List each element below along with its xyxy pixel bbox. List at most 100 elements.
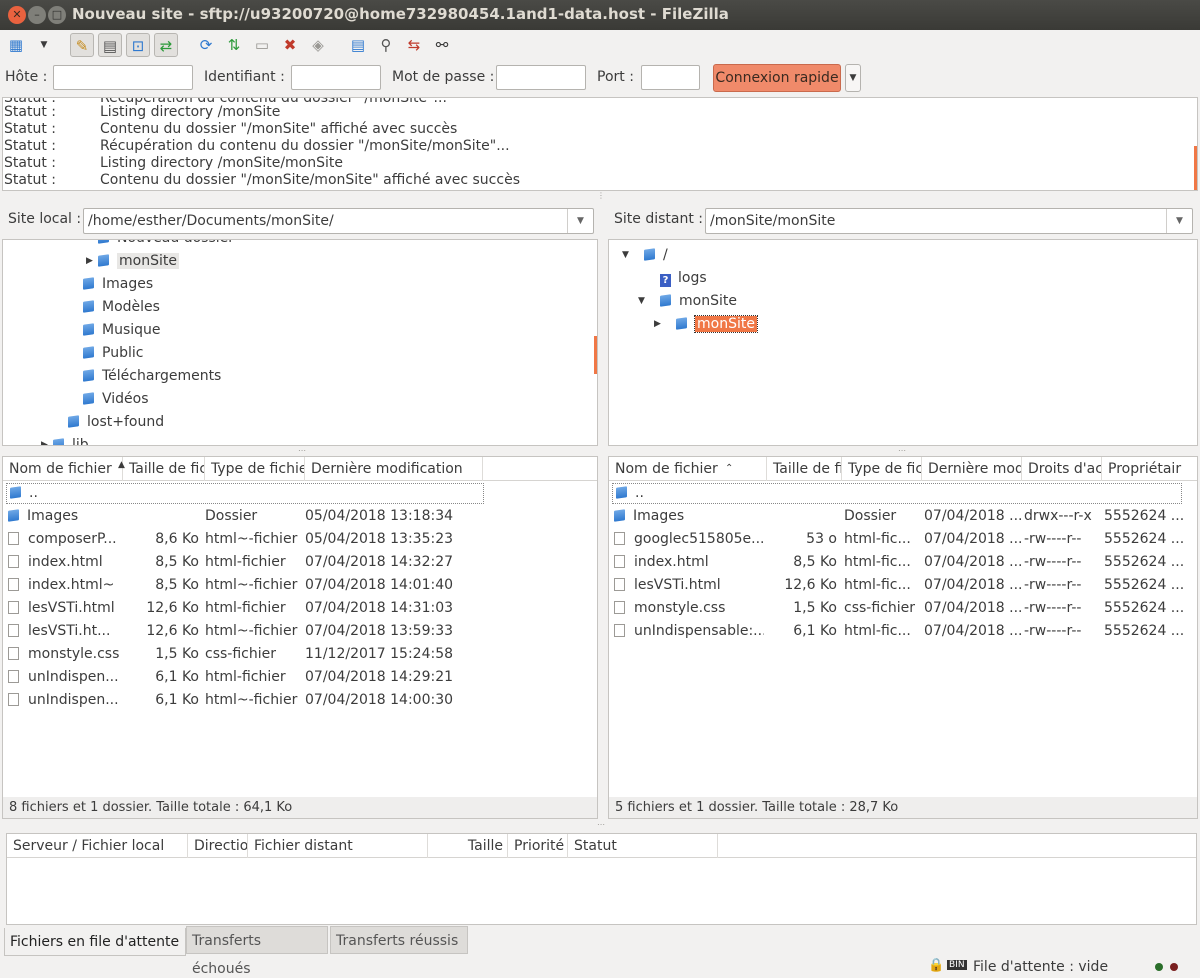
splitter-handle[interactable]: ⋯ <box>597 820 605 829</box>
tree-item[interactable]: ? logs <box>660 268 707 288</box>
expand-arrow-icon[interactable]: ▶ <box>41 440 48 445</box>
expand-arrow-icon[interactable]: ▶ <box>86 256 93 266</box>
close-window-button[interactable]: ✕ <box>8 6 26 24</box>
column-header-type[interactable]: Type de fichier <box>205 457 305 481</box>
file-row[interactable]: .. <box>611 482 1183 505</box>
search-files-icon[interactable]: ⚯ <box>430 33 454 57</box>
column-header-owner[interactable]: Propriétair <box>1102 457 1197 481</box>
file-row[interactable]: composerP... 8,6 Ko html~-fichier 05/04/201… <box>3 528 597 551</box>
tree-item[interactable]: / <box>644 245 668 265</box>
file-row[interactable]: index.html 8,5 Ko html-fic... 07/04/2018 ..… <box>609 551 1197 574</box>
local-tree-scrollbar[interactable] <box>594 336 597 374</box>
tree-item[interactable]: lost+found <box>68 412 164 432</box>
toggle-queue-icon[interactable]: ⇄ <box>154 33 178 57</box>
tab-failed-transfers[interactable]: Transferts échoués <box>186 926 328 977</box>
user-input[interactable] <box>291 65 381 90</box>
file-row[interactable]: Images Dossier 07/04/2018 ... drwx---r-x 555… <box>609 505 1197 528</box>
column-header-size[interactable]: Taille de fi <box>767 457 842 481</box>
port-input[interactable] <box>641 65 700 90</box>
expand-arrow-icon[interactable]: ▼ <box>622 250 629 260</box>
site-manager-icon[interactable]: ▦ <box>4 33 28 57</box>
tree-item[interactable]: lib <box>53 435 89 445</box>
reconnect-icon[interactable]: ◈ <box>306 33 330 57</box>
refresh-icon[interactable]: ⟳ <box>194 33 218 57</box>
file-row[interactable]: googlec515805e... 53 o html-fic... 07/04/20… <box>609 528 1197 551</box>
file-permissions-cell: -rw----r-- <box>1024 597 1102 620</box>
remote-path-combo[interactable]: /monSite/monSite ▼ <box>705 208 1193 234</box>
file-row[interactable]: unIndispensable:... 6,1 Ko html-fic... 07/0… <box>609 620 1197 643</box>
tree-item[interactable]: Public <box>83 343 143 363</box>
splitter-handle[interactable]: ⋮ <box>597 191 605 200</box>
file-row[interactable]: lesVSTi.html 12,6 Ko html-fic... 07/04/2018… <box>609 574 1197 597</box>
process-queue-icon[interactable]: ⇅ <box>222 33 246 57</box>
file-row[interactable]: Images Dossier 05/04/2018 13:18:34 <box>3 505 597 528</box>
tree-item[interactable]: Nouveau dossier <box>98 240 234 248</box>
tree-item[interactable]: Images <box>83 274 153 294</box>
file-row[interactable]: index.html 8,5 Ko html-fichier 07/04/2018 1… <box>3 551 597 574</box>
synchronized-browsing-icon[interactable]: ⇆ <box>402 33 426 57</box>
tab-successful-transfers[interactable]: Transferts réussis <box>330 926 468 954</box>
tree-item[interactable]: Téléchargements <box>83 366 221 386</box>
log-scrollbar[interactable] <box>1194 146 1197 190</box>
file-size-cell-text: 8,5 Ko <box>155 577 199 593</box>
remote-tree[interactable]: ▼ / ? logs ▼ monSite ▶ monSite <box>608 239 1198 446</box>
column-header-status[interactable]: Statut <box>568 834 718 858</box>
expand-arrow-icon[interactable]: ▼ <box>638 296 645 306</box>
maximize-window-button[interactable]: □ <box>48 6 66 24</box>
log-message: Contenu du dossier "/monSite/monSite" af… <box>100 172 520 188</box>
file-row[interactable]: index.html~ 8,5 Ko html~-fichier 07/04/2018… <box>3 574 597 597</box>
expand-arrow-icon[interactable]: ▶ <box>654 319 661 329</box>
remote-file-list[interactable]: Nom de fichier ⌃ Taille de fi Type de fi… <box>608 456 1198 819</box>
column-header-modified[interactable]: Dernière mod <box>922 457 1022 481</box>
directory-filter-icon[interactable]: ▤ <box>346 33 370 57</box>
chevron-down-icon[interactable]: ▼ <box>1166 209 1192 233</box>
file-row[interactable]: monstyle.css 1,5 Ko css-fichier 11/12/2017 … <box>3 643 597 666</box>
tree-item[interactable]: Musique <box>83 320 161 340</box>
file-row[interactable]: lesVSTi.html 12,6 Ko html-fichier 07/04/201… <box>3 597 597 620</box>
file-row[interactable]: .. <box>5 482 485 505</box>
tree-item[interactable]: monSite <box>98 251 179 271</box>
file-row[interactable]: monstyle.css 1,5 Ko css-fichier 07/04/2018 … <box>609 597 1197 620</box>
column-header-size[interactable]: Taille de fichier <box>123 457 205 481</box>
local-file-list[interactable]: Nom de fichier ▲ Taille de fichier Type … <box>2 456 598 819</box>
splitter-handle[interactable]: ⋯ <box>898 446 906 455</box>
chevron-down-icon[interactable]: ▼ <box>567 209 593 233</box>
cancel-operation-icon[interactable]: ▭ <box>250 33 274 57</box>
tree-item-label: logs <box>678 270 707 286</box>
column-header-modified[interactable]: Dernière modification <box>305 457 483 481</box>
column-header-type[interactable]: Type de fic <box>842 457 922 481</box>
column-header-size[interactable]: Taille <box>428 834 508 858</box>
column-header-remote-file[interactable]: Fichier distant <box>248 834 428 858</box>
toggle-local-tree-icon[interactable]: ▤ <box>98 33 122 57</box>
tree-item[interactable]: Vidéos <box>83 389 149 409</box>
compare-directories-icon[interactable]: ⚲ <box>374 33 398 57</box>
file-row[interactable]: lesVSTi.ht... 12,6 Ko html~-fichier 07/04/2… <box>3 620 597 643</box>
quickconnect-button[interactable]: Connexion rapide <box>713 64 841 92</box>
disconnect-icon[interactable]: ✖ <box>278 33 302 57</box>
tree-item[interactable]: monSite <box>676 314 758 334</box>
minimize-window-button[interactable]: – <box>28 6 46 24</box>
file-modified-cell: 07/04/2018 14:01:40 <box>305 574 481 597</box>
local-tree[interactable]: Nouveau dossier ▶ monSite Images Modèles Musi… <box>2 239 598 446</box>
column-header-name[interactable]: Nom de fichier <box>3 457 123 481</box>
tree-item[interactable]: monSite <box>660 291 737 311</box>
password-input[interactable] <box>496 65 586 90</box>
column-header-name[interactable]: Nom de fichier <box>609 457 767 481</box>
tree-item[interactable]: Modèles <box>83 297 160 317</box>
toggle-log-icon[interactable]: ✎ <box>70 33 94 57</box>
host-input[interactable] <box>53 65 193 90</box>
column-header-server-local[interactable]: Serveur / Fichier local <box>7 834 188 858</box>
local-path-combo[interactable]: /home/esther/Documents/monSite/ ▼ <box>83 208 594 234</box>
column-header-direction[interactable]: Directio <box>188 834 248 858</box>
file-row[interactable]: unIndispen... 6,1 Ko html-fichier 07/04/201… <box>3 666 597 689</box>
column-header-permissions[interactable]: Droits d'ac <box>1022 457 1102 481</box>
file-row[interactable]: unIndispen... 6,1 Ko html~-fichier 07/04/20… <box>3 689 597 712</box>
site-manager-dropdown-icon[interactable]: ▼ <box>32 33 56 57</box>
transfer-queue[interactable]: Serveur / Fichier local Directio Fichier… <box>6 833 1197 925</box>
tab-queued-files[interactable]: Fichiers en file d'attente <box>4 928 186 956</box>
message-log[interactable]: Statut : Récupération du contenu du dossi… <box>2 97 1198 191</box>
column-header-priority[interactable]: Priorité <box>508 834 568 858</box>
splitter-handle[interactable]: ⋯ <box>298 446 306 455</box>
toggle-remote-tree-icon[interactable]: ⊡ <box>126 33 150 57</box>
quickconnect-history-dropdown[interactable]: ▼ <box>845 64 861 92</box>
